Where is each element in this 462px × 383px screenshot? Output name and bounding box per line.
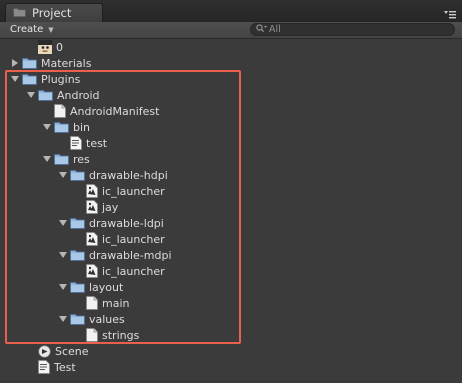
- tree-item-label: drawable-mdpi: [89, 248, 172, 262]
- tree-item[interactable]: strings: [74, 327, 139, 343]
- tree-item-label: layout: [89, 280, 124, 294]
- avatar-icon: [38, 40, 52, 54]
- tree-folder-row[interactable]: bin: [42, 119, 90, 135]
- panel-tabstrip: Project: [0, 0, 462, 23]
- image-icon: [86, 264, 98, 278]
- project-toolbar: Create ▼ All: [0, 22, 462, 39]
- tree-item[interactable]: AndroidManifest: [42, 103, 159, 119]
- folder-icon: [22, 57, 37, 69]
- tree-item-label: test: [86, 136, 108, 150]
- tree-item[interactable]: ic_launcher: [74, 183, 165, 199]
- tree-item-label: strings: [102, 328, 140, 342]
- tree-folder-row[interactable]: layout: [58, 279, 123, 295]
- tree-item-label: Plugins: [41, 72, 81, 86]
- tree-item-label: Scene: [55, 344, 89, 358]
- tree-folder-row[interactable]: res: [42, 151, 90, 167]
- tree-item-label: drawable-hdpi: [89, 168, 168, 182]
- expand-triangle-icon[interactable]: [58, 170, 68, 180]
- expand-triangle-icon[interactable]: [58, 314, 68, 324]
- tree-item[interactable]: 0: [26, 39, 63, 55]
- tree-folder-row[interactable]: values: [58, 311, 125, 327]
- tree-item[interactable]: Test: [26, 359, 76, 375]
- project-folder-icon: [13, 7, 26, 20]
- expand-triangle-icon[interactable]: [58, 218, 68, 228]
- tree-item[interactable]: jay: [74, 199, 118, 215]
- tree-item-label: main: [102, 296, 130, 310]
- folder-icon: [70, 313, 85, 325]
- tree-item-label: ic_launcher: [102, 184, 165, 198]
- image-icon: [86, 232, 98, 246]
- folder-icon: [70, 281, 85, 293]
- tree-item-label: 0: [56, 40, 63, 54]
- image-icon: [86, 184, 98, 198]
- tree-item-label: Materials: [41, 56, 92, 70]
- tree-item-label: ic_launcher: [102, 264, 165, 278]
- folder-icon: [70, 217, 85, 229]
- script-icon: [38, 360, 50, 374]
- expand-triangle-icon[interactable]: [10, 74, 20, 84]
- tree-item-label: ic_launcher: [102, 232, 165, 246]
- expand-triangle-icon[interactable]: [26, 90, 36, 100]
- tree-item[interactable]: test: [58, 135, 107, 151]
- tree-item[interactable]: main: [74, 295, 129, 311]
- create-button-label: Create: [10, 24, 44, 35]
- tree-folder-row[interactable]: Plugins: [10, 71, 80, 87]
- folder-icon: [70, 249, 85, 261]
- collapse-triangle-icon[interactable]: [10, 58, 20, 68]
- dropdown-arrow-icon: ▼: [48, 25, 54, 34]
- tab-project[interactable]: Project: [5, 3, 103, 22]
- tree-item[interactable]: Scene: [26, 343, 89, 359]
- folder-icon: [54, 153, 69, 165]
- unity-scene-icon: [38, 344, 51, 358]
- folder-icon: [22, 73, 37, 85]
- tree-item-label: jay: [102, 200, 119, 214]
- folder-icon: [70, 169, 85, 181]
- tree-folder-row[interactable]: drawable-mdpi: [58, 247, 172, 263]
- tree-item-label: Test: [54, 360, 76, 374]
- tree-item-label: values: [89, 312, 125, 326]
- tree-folder-row[interactable]: Android: [26, 87, 100, 103]
- script-icon: [70, 136, 82, 150]
- search-field[interactable]: All: [250, 23, 455, 36]
- tree-item-label: Android: [57, 88, 100, 102]
- search-placeholder: All: [269, 24, 281, 35]
- tree-folder-row[interactable]: drawable-ldpi: [58, 215, 164, 231]
- tree-item-label: bin: [73, 120, 91, 134]
- tree-item-label: res: [73, 152, 90, 166]
- tree-folder-row[interactable]: Materials: [10, 55, 91, 71]
- expand-triangle-icon[interactable]: [58, 250, 68, 260]
- file-icon: [86, 296, 98, 310]
- file-icon: [54, 104, 66, 118]
- tree-item[interactable]: ic_launcher: [74, 231, 165, 247]
- folder-icon: [54, 121, 69, 133]
- search-icon: [256, 23, 267, 36]
- expand-triangle-icon[interactable]: [42, 122, 52, 132]
- panel-menu-icon[interactable]: [444, 9, 456, 19]
- tree-item-label: drawable-ldpi: [89, 216, 164, 230]
- image-icon: [86, 200, 98, 214]
- expand-triangle-icon[interactable]: [42, 154, 52, 164]
- folder-icon: [38, 89, 53, 101]
- tree-item-label: AndroidManifest: [70, 104, 160, 118]
- tab-project-label: Project: [32, 6, 72, 20]
- expand-triangle-icon[interactable]: [58, 282, 68, 292]
- tree-item[interactable]: ic_launcher: [74, 263, 165, 279]
- create-button[interactable]: Create ▼: [10, 23, 54, 36]
- file-icon: [86, 328, 98, 342]
- tree-folder-row[interactable]: drawable-hdpi: [58, 167, 168, 183]
